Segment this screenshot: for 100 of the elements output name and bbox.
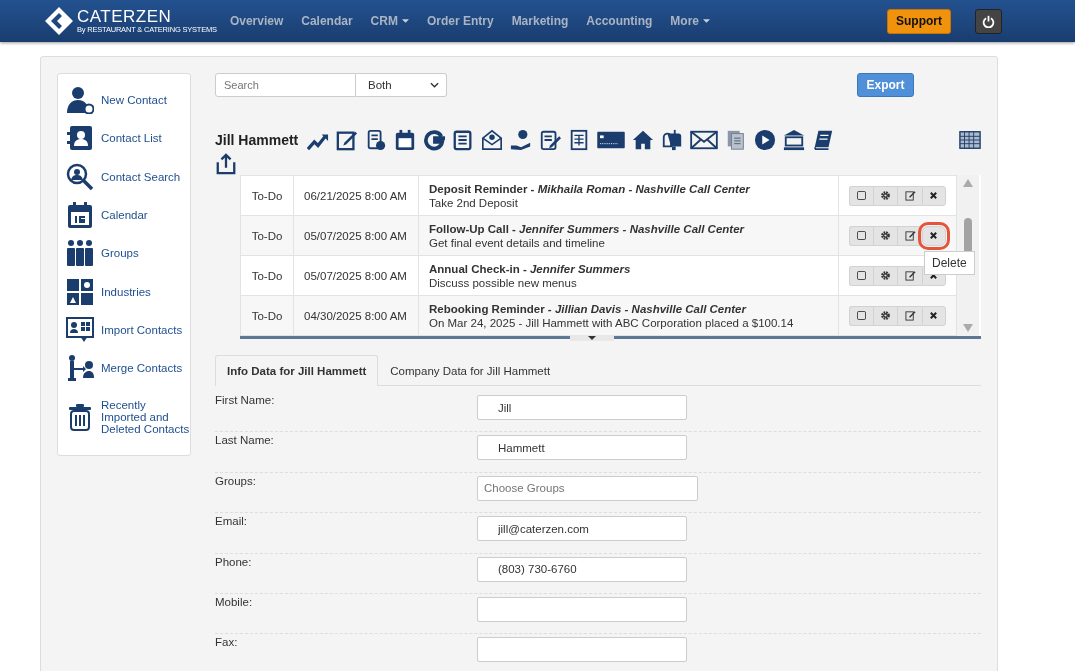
power-button[interactable] [975, 8, 1002, 34]
settings-button[interactable] [873, 185, 898, 206]
sidebar-item[interactable]: Contact List [66, 119, 190, 158]
edit-button[interactable] [897, 305, 922, 326]
home-icon[interactable] [632, 129, 655, 151]
checkbox-icon [857, 191, 867, 200]
input-field[interactable] [477, 596, 687, 622]
edit-icon[interactable] [336, 129, 359, 151]
logo-icon [44, 6, 74, 36]
checkbox-button[interactable] [849, 305, 874, 326]
close-icon [929, 191, 939, 200]
scrollbar-thumb[interactable] [964, 217, 972, 254]
nav-link[interactable]: CRM [361, 14, 418, 28]
edit-icon [904, 270, 916, 281]
edit-button[interactable] [897, 185, 922, 206]
settings-button[interactable] [873, 225, 898, 246]
edit-icon [904, 230, 916, 241]
sidebar-item[interactable]: Import Contacts [66, 310, 190, 350]
settings-icon [880, 230, 892, 241]
merge-icon [66, 354, 94, 383]
checkbox-icon [857, 271, 867, 280]
field-label: First Name: [215, 394, 276, 406]
import-icon [66, 315, 94, 344]
activity-title: Deposit Reminder - Mikhaila Roman - Nashville Call Center [429, 182, 751, 195]
sidebar-item[interactable]: Groups [66, 234, 190, 273]
edit-icon [904, 190, 916, 201]
grid-icon [66, 277, 94, 306]
share-icon[interactable] [215, 153, 237, 175]
input-field[interactable]: Jill [477, 395, 687, 420]
sidebar-item[interactable]: Merge Contacts [66, 349, 190, 388]
field-label: Last Name: [215, 434, 275, 447]
nav-link[interactable]: Accounting [577, 14, 662, 28]
search-field[interactable]: Search [215, 73, 356, 97]
nav-link[interactable]: More [661, 14, 719, 28]
bank-icon[interactable] [783, 129, 806, 151]
credit-card-icon[interactable] [597, 129, 626, 151]
power-icon [982, 14, 995, 28]
type-cell: To-Do [240, 175, 294, 216]
chevron-down-icon [430, 82, 439, 88]
sidebar-item[interactable]: Calendar [66, 195, 190, 235]
edit-icon [904, 310, 916, 321]
search-icon [66, 162, 94, 191]
play-icon[interactable] [754, 129, 777, 151]
date-cell: 04/30/2025 8:00 AM [293, 295, 419, 336]
edit-button[interactable] [897, 265, 922, 286]
sidebar-item[interactable]: Recently Imported and Deleted Contacts [66, 387, 190, 448]
edit-button[interactable] [897, 225, 922, 246]
input-field[interactable]: Choose Groups [477, 475, 698, 501]
checkbox-button[interactable] [849, 185, 874, 206]
nav-link[interactable]: Calendar [292, 14, 362, 28]
calendar-icon[interactable] [394, 129, 417, 151]
envelope-icon[interactable] [690, 129, 719, 151]
settings-icon [880, 190, 892, 201]
input-field[interactable]: jill@caterzen.com [477, 516, 687, 542]
scope-dropdown[interactable]: Both [356, 73, 447, 97]
nav-link[interactable]: Order Entry [417, 14, 503, 28]
type-cell: To-Do [240, 215, 294, 256]
input-field[interactable]: Hammett [477, 435, 687, 461]
document-edit-icon[interactable] [539, 129, 562, 151]
calendar-icon [66, 201, 94, 230]
field-label: Groups: [215, 474, 257, 487]
checkbox-button[interactable] [849, 225, 874, 246]
input-field[interactable]: (803) 730-6760 [477, 556, 687, 582]
input-field[interactable] [477, 637, 687, 663]
contact-name: Jill Hammett [215, 132, 299, 148]
sidebar-item[interactable]: Contact Search [66, 157, 190, 196]
settings-icon [880, 310, 892, 321]
activity-title: Follow-Up Call - Jennifer Summers - Nashville Call Center [429, 222, 746, 235]
tab[interactable]: Company Data for Jill Hammett [378, 355, 563, 385]
tab[interactable]: Info Data for Jill Hammett [215, 355, 379, 386]
nav-link[interactable]: Marketing [502, 14, 578, 28]
field-label: Email: [215, 515, 248, 528]
people-icon [66, 239, 94, 268]
activity-description: On Mar 24, 2025 - Jill Hammett with ABC Corporation placed a $100.14 [429, 316, 795, 329]
trash-icon [66, 403, 94, 432]
settings-button[interactable] [873, 305, 898, 326]
activity-description: Discuss possible new menus [429, 276, 578, 289]
date-cell: 05/07/2025 8:00 AM [293, 255, 419, 296]
mailbox-icon[interactable] [661, 129, 684, 151]
date-cell: 06/21/2025 8:00 AM [293, 175, 419, 216]
support-button[interactable]: Support [887, 8, 951, 34]
person-icon [66, 86, 94, 115]
checklist-icon[interactable] [365, 129, 388, 151]
settings-button[interactable] [873, 265, 898, 286]
contact-card-icon [66, 124, 94, 153]
checkbox-button[interactable] [849, 265, 874, 286]
activity-title: Rebooking Reminder - Jillian Davis - Nashville Call Center [429, 302, 748, 315]
sidebar-item[interactable]: Industries [66, 272, 190, 311]
sidebar-item[interactable]: New Contact [66, 81, 190, 120]
delete-button[interactable] [921, 185, 946, 206]
settings-icon [880, 270, 892, 281]
grid-view-icon[interactable] [959, 129, 981, 151]
resize-handle[interactable] [570, 335, 614, 341]
nav-link[interactable]: Overview [220, 14, 293, 28]
book-icon[interactable] [812, 129, 835, 151]
delete-button[interactable] [921, 305, 946, 326]
field-label: Fax: [215, 636, 239, 649]
field-label: Phone: [215, 555, 253, 568]
activity-title: Annual Check-in - Jennifer Summers [429, 262, 632, 275]
field-label: Mobile: [215, 595, 254, 608]
